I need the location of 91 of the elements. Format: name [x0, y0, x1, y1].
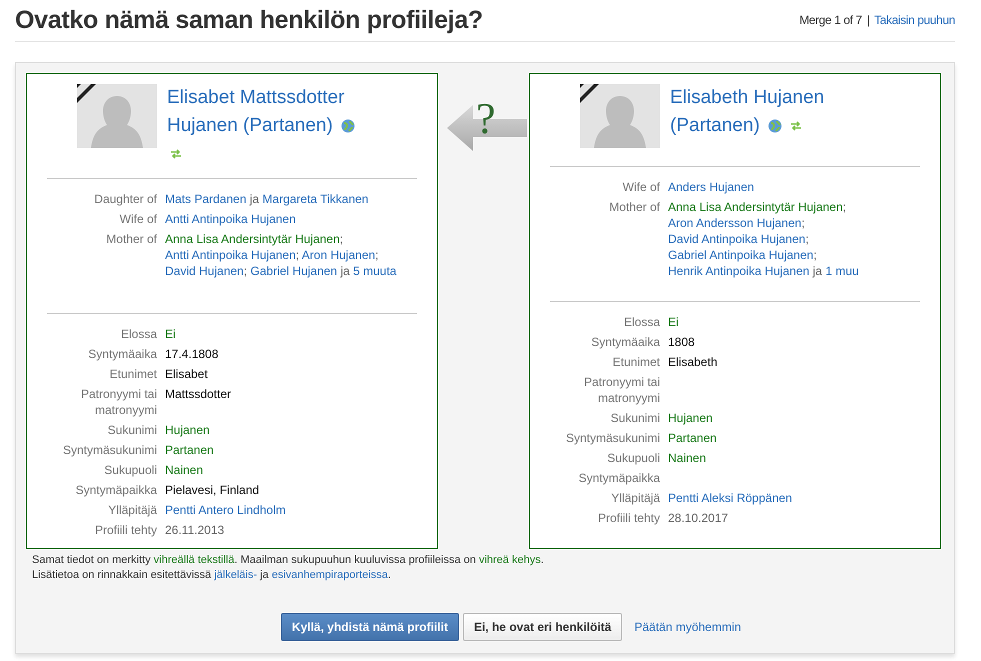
field-label: Ylläpitäjä [610, 490, 660, 506]
person-link[interactable]: Anders Hujanen [668, 180, 754, 194]
separator: | [866, 13, 870, 27]
field-value: Elisabet [165, 366, 209, 382]
relation-separator: ; [296, 248, 300, 262]
relation-separator: ; [244, 264, 248, 278]
relation-separator: ja [248, 192, 260, 206]
row-label: Mother of [105, 231, 157, 248]
relation-separator: ja [339, 264, 351, 278]
field-value: Nainen [165, 462, 204, 478]
person-link[interactable]: Aron Hujanen [302, 248, 376, 262]
field-label: Sukunimi [610, 410, 660, 426]
row-label: Daughter of [93, 191, 157, 207]
info-note: Lisätietoa on rinnakkain esitettävissä jälkeläis- ja esivanhempiraporteissa. [31, 568, 392, 583]
note-link[interactable]: vihreällä tekstillä [154, 554, 234, 566]
field-value: Elisabeth [668, 354, 718, 370]
person-link[interactable]: Gabriel Hujanen [250, 264, 338, 278]
field-value: Partanen [668, 430, 718, 446]
field-value: Hujanen [668, 410, 714, 426]
note-link[interactable]: jälkeläis- [214, 569, 258, 581]
row-label: Mother of [608, 199, 660, 216]
field-value: 1808 [668, 334, 696, 350]
person-link[interactable]: 5 muuta [353, 264, 396, 278]
field-label: Etunimet [612, 354, 660, 370]
profile-name[interactable]: Elisabeth Hujanen (Partanen) [670, 84, 870, 156]
person-link[interactable]: Anna Lisa Andersintytär Hujanen [668, 200, 843, 214]
swap-arrows-icon[interactable] [170, 148, 182, 160]
field-label: Syntymäaika [87, 346, 157, 362]
field-label: Etunimet [108, 366, 157, 382]
field-label: Sukunimi [106, 422, 157, 438]
field-value: Mattssdotter [165, 386, 232, 403]
relation-separator: ; [375, 248, 379, 262]
field-label: Syntymäaika [590, 334, 660, 350]
person-link[interactable]: 1 muu [825, 264, 859, 278]
row-label: Wife of [622, 179, 660, 195]
question-arrow-icon [446, 103, 526, 153]
relation-separator: ja [812, 264, 824, 278]
person-link[interactable]: Mats Pardanen [165, 192, 246, 206]
person-link[interactable]: Margareta Tikkanen [262, 192, 368, 206]
globe-icon [768, 118, 782, 133]
profile-name[interactable]: Elisabet Mattssdotter Hujanen (Partanen) [167, 84, 367, 168]
person-link[interactable]: David Hujanen [165, 264, 244, 278]
field-value: Nainen [668, 450, 708, 466]
person-link[interactable]: Gabriel Antinpoika Hujanen [668, 248, 814, 262]
field-label: Syntymäsukunimi [564, 430, 660, 446]
field-label: Sukupuoli [606, 450, 660, 466]
question-mark: ? [476, 97, 496, 141]
field-value: Ei [165, 326, 177, 342]
field-label: Patronyymi tai matronyymi [582, 374, 660, 406]
relation-separator: ; [842, 200, 846, 214]
person-link[interactable]: Antti Antinpoika Hujanen [165, 212, 296, 226]
field-label: Elossa [120, 326, 157, 342]
page-title: Ovatko nämä saman henkilön profiileja? [15, 6, 483, 35]
field-label: Syntymäpaikka [578, 470, 660, 486]
note-link[interactable]: esivanhempiraporteissa [272, 569, 388, 581]
field-label: Profiili tehty [94, 522, 157, 538]
person-link[interactable]: Antti Antinpoika Hujanen [165, 248, 296, 262]
field-label: Syntymäpaikka [74, 482, 157, 498]
field-value: Ei [668, 314, 680, 330]
later-link[interactable]: Päätän myöhemmin [626, 614, 750, 640]
reject-button[interactable]: Ei, he ovat eri henkilöitä [462, 613, 622, 641]
relation-separator: ; [801, 216, 805, 230]
merge-button[interactable]: Kyllä, yhdistä nämä profiilit [280, 613, 459, 641]
field-value: 28.10.2017 [668, 510, 730, 526]
relation-separator: ; [340, 232, 344, 246]
note-link[interactable]: vihreä kehys [478, 554, 541, 566]
globe-icon [341, 118, 356, 133]
field-label: Syntymäsukunimi [62, 442, 157, 458]
field-label: Profiili tehty [596, 510, 660, 526]
field-label: Elossa [622, 314, 660, 330]
field-label: Ylläpitäjä [107, 502, 157, 518]
field-value: Pielavesi, Finland [165, 482, 260, 498]
field-value: 26.11.2013 [165, 522, 226, 538]
row-label: Wife of [118, 211, 157, 227]
relation-separator: ; [813, 248, 817, 262]
relation-separator: ; [805, 232, 809, 246]
person-link[interactable]: David Antinpoika Hujanen [668, 232, 806, 246]
info-note: Samat tiedot on merkitty vihreällä tekstillä. Maailman sukupuuhun kuuluvissa profiileissa on vihreä kehys. [31, 553, 545, 568]
field-label: Patronyymi tai matronyymi [80, 386, 157, 418]
field-value: Hujanen [165, 422, 211, 438]
merge-counter: Merge 1 of 7 [799, 13, 862, 27]
field-value: Partanen [165, 442, 215, 458]
person-link[interactable]: Henrik Antinpoika Hujanen [668, 264, 810, 278]
swap-arrows-icon[interactable] [790, 120, 802, 132]
field-value[interactable]: Pentti Aleksi Röppänen [668, 490, 920, 506]
field-label: Sukupuoli [103, 462, 157, 478]
person-link[interactable]: Aron Andersson Hujanen [668, 216, 802, 230]
field-value[interactable]: Pentti Antero Lindholm [165, 502, 417, 518]
person-link[interactable]: Anna Lisa Andersintytär Hujanen [165, 232, 340, 246]
field-value: 17.4.1808 [165, 346, 220, 362]
back-link[interactable]: Takaisin puuhun [874, 13, 955, 27]
